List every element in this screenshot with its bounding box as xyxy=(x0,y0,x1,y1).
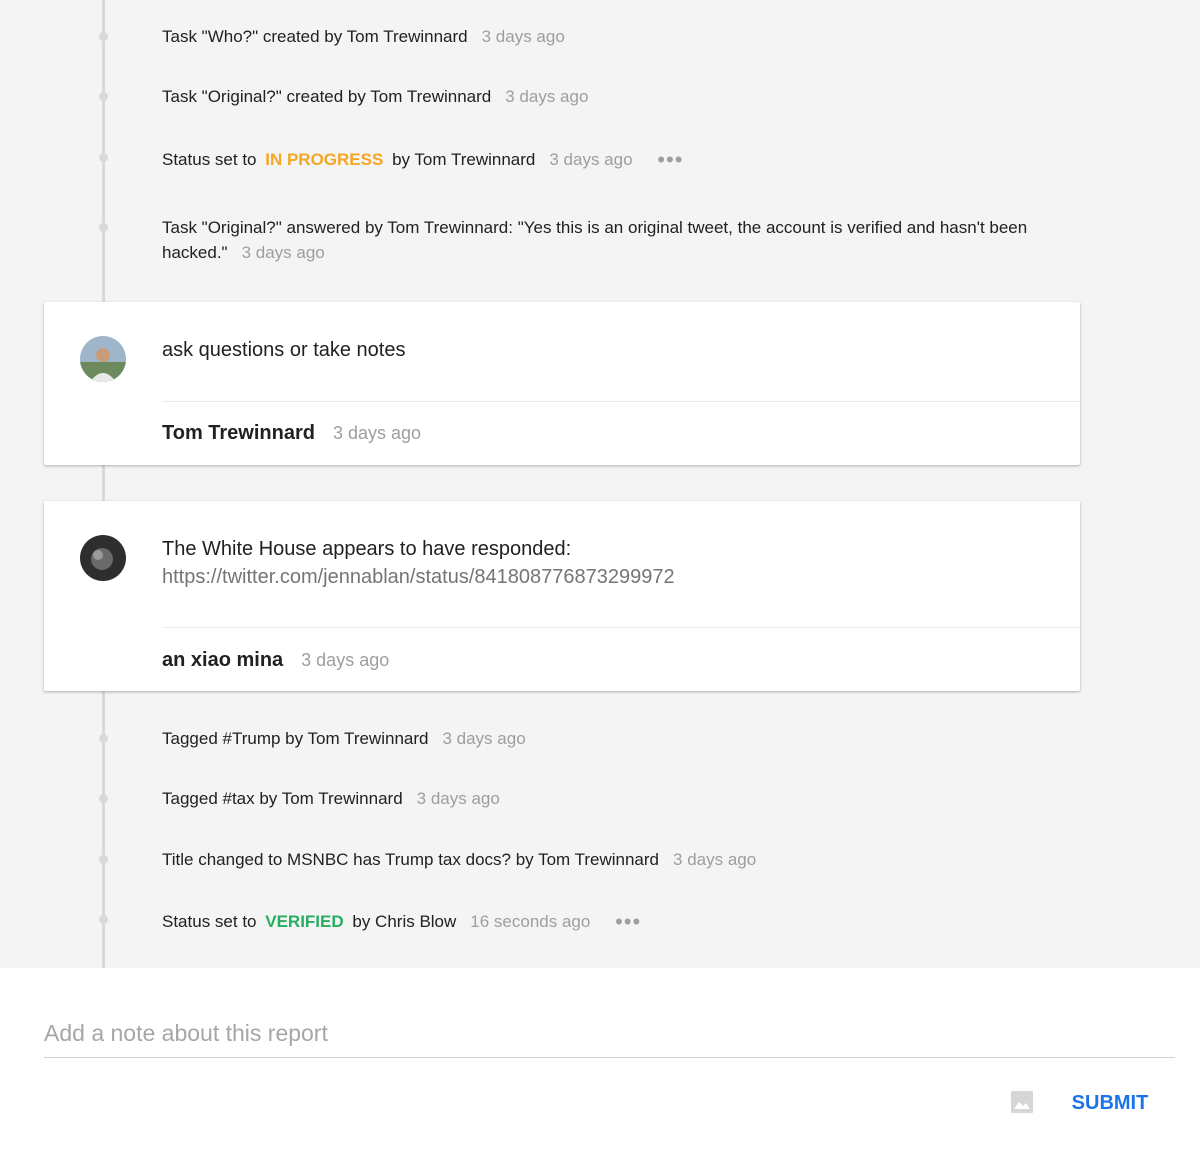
more-options-icon[interactable]: ••• xyxy=(615,909,641,934)
timeline-event: Status set to IN PROGRESS by Tom Trewinn… xyxy=(99,145,1062,172)
event-timestamp: 16 seconds ago xyxy=(470,912,591,931)
timeline-event: Tagged #tax by Tom Trewinnard 3 days ago xyxy=(99,786,1062,811)
event-timestamp: 3 days ago xyxy=(481,27,565,46)
event-timestamp: 3 days ago xyxy=(416,789,500,808)
event-prefix: Status set to xyxy=(162,912,257,931)
timeline-dot xyxy=(99,32,108,41)
event-timestamp: 3 days ago xyxy=(241,243,325,262)
timeline-event: Title changed to MSNBC has Trump tax doc… xyxy=(99,847,1062,872)
image-icon[interactable] xyxy=(1010,1090,1034,1114)
event-timestamp: 3 days ago xyxy=(549,150,633,169)
comment-footer: Tom Trewinnard 3 days ago xyxy=(162,419,421,447)
timeline-event: Tagged #Trump by Tom Trewinnard 3 days ag… xyxy=(99,726,1062,751)
event-text: Title changed to MSNBC has Trump tax doc… xyxy=(162,850,660,869)
comment-footer: an xiao mina 3 days ago xyxy=(162,646,389,674)
avatar-image xyxy=(80,336,126,382)
timeline-dot xyxy=(99,223,108,232)
event-timestamp: 3 days ago xyxy=(442,729,526,748)
comment-timestamp: 3 days ago xyxy=(332,423,422,443)
divider xyxy=(162,401,1080,402)
timeline-event: Task "Original?" created by Tom Trewinna… xyxy=(99,84,1062,109)
timeline-dot xyxy=(99,153,108,162)
event-timestamp: 3 days ago xyxy=(673,850,757,869)
comment-link[interactable]: https://twitter.com/jennablan/status/841… xyxy=(162,563,1042,591)
comment-text: The White House appears to have responde… xyxy=(162,538,572,560)
event-text: Tagged #tax by Tom Trewinnard xyxy=(162,789,403,808)
divider xyxy=(162,627,1080,628)
event-suffix: by Tom Trewinnard xyxy=(392,150,536,169)
note-composer xyxy=(44,1020,1175,1058)
comment-timestamp: 3 days ago xyxy=(301,650,390,670)
timeline-event: Task "Who?" created by Tom Trewinnard 3 d… xyxy=(99,24,1062,49)
status-badge-in-progress: IN PROGRESS xyxy=(265,150,384,169)
timeline-dot xyxy=(99,92,108,101)
timeline-dot xyxy=(99,734,108,743)
comment-author[interactable]: Tom Trewinnard xyxy=(162,422,315,444)
timeline-dot xyxy=(99,855,108,864)
note-input[interactable] xyxy=(44,1020,1175,1058)
timeline-event: Status set to VERIFIED by Chris Blow 16 s… xyxy=(99,907,1062,934)
comment-author[interactable]: an xiao mina xyxy=(162,649,283,671)
timeline-line xyxy=(102,0,105,968)
event-text: Task "Who?" created by Tom Trewinnard xyxy=(162,27,468,46)
status-badge-verified: VERIFIED xyxy=(265,912,344,931)
event-text: Task "Original?" created by Tom Trewinna… xyxy=(162,87,492,106)
comment-body: ask questions or take notes xyxy=(162,336,1042,364)
timeline-dot xyxy=(99,794,108,803)
comment-body: The White House appears to have responde… xyxy=(162,535,1042,591)
event-suffix: by Chris Blow xyxy=(352,912,457,931)
avatar-image xyxy=(80,535,126,581)
comment-text: ask questions or take notes xyxy=(162,339,406,361)
event-text: Tagged #Trump by Tom Trewinnard xyxy=(162,729,429,748)
submit-button[interactable]: SUBMIT xyxy=(1060,1087,1160,1119)
timeline-dot xyxy=(99,915,108,924)
more-options-icon[interactable]: ••• xyxy=(657,147,683,172)
event-timestamp: 3 days ago xyxy=(505,87,589,106)
avatar[interactable] xyxy=(80,336,126,382)
timeline-event: Task "Original?" answered by Tom Trewinn… xyxy=(99,215,1062,265)
timeline: Task "Who?" created by Tom Trewinnard 3 d… xyxy=(0,0,1200,968)
comment-card: ask questions or take notes Tom Trewinna… xyxy=(44,302,1080,465)
comment-card: The White House appears to have responde… xyxy=(44,501,1080,691)
avatar[interactable] xyxy=(80,535,126,581)
event-prefix: Status set to xyxy=(162,150,257,169)
